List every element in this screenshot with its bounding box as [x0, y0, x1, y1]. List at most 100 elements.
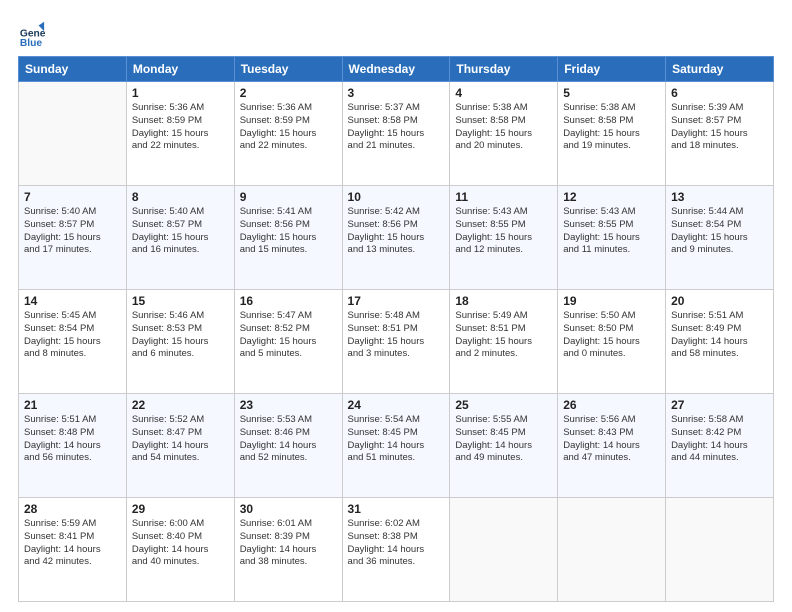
day-info: Sunrise: 5:41 AM Sunset: 8:56 PM Dayligh… [240, 206, 337, 257]
day-info: Sunrise: 5:45 AM Sunset: 8:54 PM Dayligh… [24, 310, 121, 361]
calendar-cell: 18 Sunrise: 5:49 AM Sunset: 8:51 PM Dayli… [450, 290, 558, 394]
calendar-cell: 14 Sunrise: 5:45 AM Sunset: 8:54 PM Dayli… [19, 290, 127, 394]
calendar-cell: 16 Sunrise: 5:47 AM Sunset: 8:52 PM Dayli… [234, 290, 342, 394]
day-header-monday: Monday [126, 57, 234, 82]
day-number: 17 [348, 294, 445, 308]
day-header-friday: Friday [558, 57, 666, 82]
day-number: 23 [240, 398, 337, 412]
day-info: Sunrise: 5:39 AM Sunset: 8:57 PM Dayligh… [671, 102, 768, 153]
calendar-cell: 6 Sunrise: 5:39 AM Sunset: 8:57 PM Daylig… [666, 82, 774, 186]
calendar-cell: 23 Sunrise: 5:53 AM Sunset: 8:46 PM Dayli… [234, 394, 342, 498]
day-number: 14 [24, 294, 121, 308]
day-info: Sunrise: 5:49 AM Sunset: 8:51 PM Dayligh… [455, 310, 552, 361]
day-info: Sunrise: 5:59 AM Sunset: 8:41 PM Dayligh… [24, 518, 121, 569]
day-number: 1 [132, 86, 229, 100]
day-header-saturday: Saturday [666, 57, 774, 82]
day-number: 2 [240, 86, 337, 100]
svg-text:Blue: Blue [20, 38, 43, 46]
day-header-wednesday: Wednesday [342, 57, 450, 82]
day-number: 5 [563, 86, 660, 100]
day-info: Sunrise: 5:46 AM Sunset: 8:53 PM Dayligh… [132, 310, 229, 361]
day-info: Sunrise: 6:02 AM Sunset: 8:38 PM Dayligh… [348, 518, 445, 569]
day-number: 20 [671, 294, 768, 308]
day-info: Sunrise: 5:47 AM Sunset: 8:52 PM Dayligh… [240, 310, 337, 361]
day-info: Sunrise: 5:50 AM Sunset: 8:50 PM Dayligh… [563, 310, 660, 361]
day-number: 15 [132, 294, 229, 308]
week-row-3: 14 Sunrise: 5:45 AM Sunset: 8:54 PM Dayli… [19, 290, 774, 394]
day-number: 4 [455, 86, 552, 100]
calendar-cell [666, 498, 774, 602]
calendar-cell: 1Sunrise: 5:36 AM Sunset: 8:59 PM Daylig… [126, 82, 234, 186]
day-number: 31 [348, 502, 445, 516]
day-info: Sunrise: 5:43 AM Sunset: 8:55 PM Dayligh… [563, 206, 660, 257]
calendar-table: SundayMondayTuesdayWednesdayThursdayFrid… [18, 56, 774, 602]
day-number: 6 [671, 86, 768, 100]
day-info: Sunrise: 5:56 AM Sunset: 8:43 PM Dayligh… [563, 414, 660, 465]
day-info: Sunrise: 5:51 AM Sunset: 8:49 PM Dayligh… [671, 310, 768, 361]
day-number: 24 [348, 398, 445, 412]
calendar-cell: 7 Sunrise: 5:40 AM Sunset: 8:57 PM Daylig… [19, 186, 127, 290]
calendar-cell: 25 Sunrise: 5:55 AM Sunset: 8:45 PM Dayli… [450, 394, 558, 498]
calendar-cell: 21 Sunrise: 5:51 AM Sunset: 8:48 PM Dayli… [19, 394, 127, 498]
day-info: Sunrise: 5:40 AM Sunset: 8:57 PM Dayligh… [132, 206, 229, 257]
calendar-cell: 8 Sunrise: 5:40 AM Sunset: 8:57 PM Daylig… [126, 186, 234, 290]
week-row-1: 1Sunrise: 5:36 AM Sunset: 8:59 PM Daylig… [19, 82, 774, 186]
day-info: Sunrise: 6:01 AM Sunset: 8:39 PM Dayligh… [240, 518, 337, 569]
calendar-cell: 15 Sunrise: 5:46 AM Sunset: 8:53 PM Dayli… [126, 290, 234, 394]
calendar-cell: 29 Sunrise: 6:00 AM Sunset: 8:40 PM Dayli… [126, 498, 234, 602]
day-number: 3 [348, 86, 445, 100]
day-number: 21 [24, 398, 121, 412]
day-info: Sunrise: 5:44 AM Sunset: 8:54 PM Dayligh… [671, 206, 768, 257]
calendar-cell: 17 Sunrise: 5:48 AM Sunset: 8:51 PM Dayli… [342, 290, 450, 394]
day-number: 16 [240, 294, 337, 308]
day-info: Sunrise: 5:55 AM Sunset: 8:45 PM Dayligh… [455, 414, 552, 465]
day-info: Sunrise: 5:53 AM Sunset: 8:46 PM Dayligh… [240, 414, 337, 465]
day-number: 18 [455, 294, 552, 308]
day-info: Sunrise: 5:52 AM Sunset: 8:47 PM Dayligh… [132, 414, 229, 465]
calendar-cell: 4Sunrise: 5:38 AM Sunset: 8:58 PM Daylig… [450, 82, 558, 186]
calendar-cell: 20 Sunrise: 5:51 AM Sunset: 8:49 PM Dayli… [666, 290, 774, 394]
week-row-5: 28Sunrise: 5:59 AM Sunset: 8:41 PM Dayli… [19, 498, 774, 602]
calendar-cell: 9 Sunrise: 5:41 AM Sunset: 8:56 PM Daylig… [234, 186, 342, 290]
calendar-cell: 31 Sunrise: 6:02 AM Sunset: 8:38 PM Dayli… [342, 498, 450, 602]
day-number: 26 [563, 398, 660, 412]
day-number: 22 [132, 398, 229, 412]
day-header-sunday: Sunday [19, 57, 127, 82]
calendar-cell: 27Sunrise: 5:58 AM Sunset: 8:42 PM Dayli… [666, 394, 774, 498]
day-info: Sunrise: 5:43 AM Sunset: 8:55 PM Dayligh… [455, 206, 552, 257]
calendar-cell: 5 Sunrise: 5:38 AM Sunset: 8:58 PM Daylig… [558, 82, 666, 186]
calendar-cell: 12Sunrise: 5:43 AM Sunset: 8:55 PM Dayli… [558, 186, 666, 290]
calendar-cell [558, 498, 666, 602]
logo-icon: General Blue [18, 18, 46, 46]
day-number: 11 [455, 190, 552, 204]
calendar-cell: 2Sunrise: 5:36 AM Sunset: 8:59 PM Daylig… [234, 82, 342, 186]
day-info: Sunrise: 5:48 AM Sunset: 8:51 PM Dayligh… [348, 310, 445, 361]
calendar-cell [19, 82, 127, 186]
calendar-cell: 10 Sunrise: 5:42 AM Sunset: 8:56 PM Dayli… [342, 186, 450, 290]
day-number: 19 [563, 294, 660, 308]
week-row-4: 21 Sunrise: 5:51 AM Sunset: 8:48 PM Dayli… [19, 394, 774, 498]
day-info: Sunrise: 5:40 AM Sunset: 8:57 PM Dayligh… [24, 206, 121, 257]
calendar-cell: 11 Sunrise: 5:43 AM Sunset: 8:55 PM Dayli… [450, 186, 558, 290]
day-number: 27 [671, 398, 768, 412]
day-number: 29 [132, 502, 229, 516]
day-info: Sunrise: 5:54 AM Sunset: 8:45 PM Dayligh… [348, 414, 445, 465]
logo: General Blue [18, 18, 50, 46]
day-number: 10 [348, 190, 445, 204]
day-info: Sunrise: 5:51 AM Sunset: 8:48 PM Dayligh… [24, 414, 121, 465]
day-number: 8 [132, 190, 229, 204]
day-number: 7 [24, 190, 121, 204]
day-header-tuesday: Tuesday [234, 57, 342, 82]
day-number: 9 [240, 190, 337, 204]
calendar-cell: 28Sunrise: 5:59 AM Sunset: 8:41 PM Dayli… [19, 498, 127, 602]
calendar-cell: 22 Sunrise: 5:52 AM Sunset: 8:47 PM Dayli… [126, 394, 234, 498]
header: General Blue [18, 18, 774, 46]
week-row-2: 7 Sunrise: 5:40 AM Sunset: 8:57 PM Daylig… [19, 186, 774, 290]
day-number: 13 [671, 190, 768, 204]
day-info: Sunrise: 5:38 AM Sunset: 8:58 PM Dayligh… [563, 102, 660, 153]
day-number: 30 [240, 502, 337, 516]
day-number: 25 [455, 398, 552, 412]
calendar-cell [450, 498, 558, 602]
day-info: Sunrise: 6:00 AM Sunset: 8:40 PM Dayligh… [132, 518, 229, 569]
day-info: Sunrise: 5:42 AM Sunset: 8:56 PM Dayligh… [348, 206, 445, 257]
